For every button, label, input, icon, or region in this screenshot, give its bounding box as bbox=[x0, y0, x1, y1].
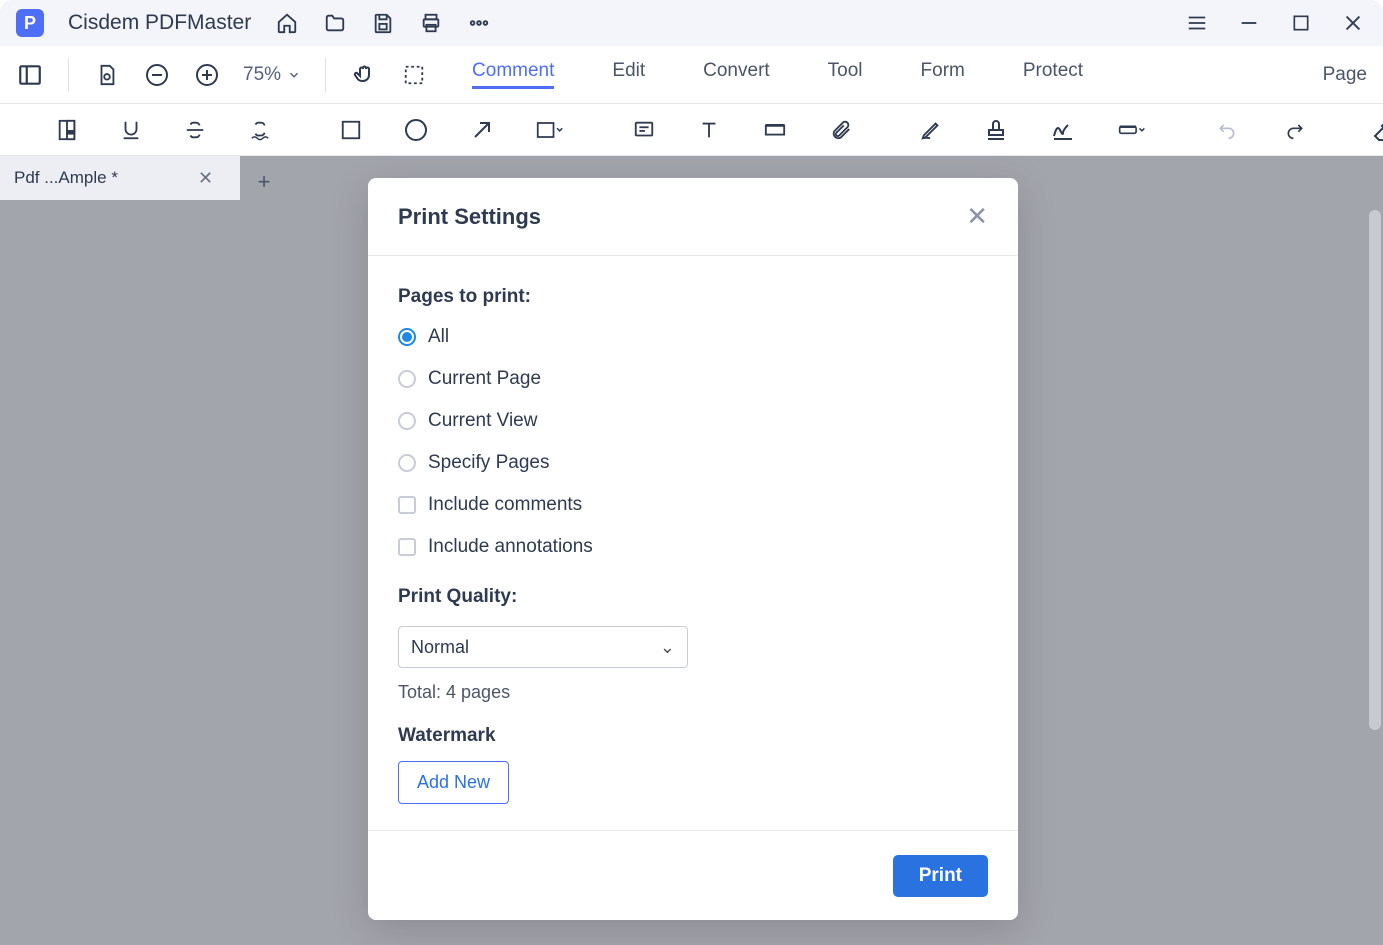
tab-comment[interactable]: Comment bbox=[472, 60, 554, 89]
page-settings-icon[interactable] bbox=[93, 61, 121, 89]
app-logo: P bbox=[16, 9, 44, 37]
save-icon[interactable] bbox=[371, 11, 395, 35]
watermark-label: Watermark bbox=[398, 725, 988, 747]
open-folder-icon[interactable] bbox=[323, 11, 347, 35]
sidebar-toggle-icon[interactable] bbox=[16, 61, 44, 89]
tab-edit[interactable]: Edit bbox=[612, 60, 645, 89]
radio-current-view[interactable]: Current View bbox=[398, 410, 988, 432]
check-comments-label: Include comments bbox=[428, 494, 582, 516]
close-icon[interactable] bbox=[1339, 9, 1367, 37]
select-area-icon[interactable] bbox=[400, 61, 428, 89]
checkbox-icon bbox=[398, 496, 416, 514]
radio-current-page-label: Current Page bbox=[428, 368, 541, 390]
shape-dropdown-icon[interactable] bbox=[536, 116, 564, 144]
pencil-icon[interactable] bbox=[920, 116, 942, 144]
checkbox-icon bbox=[398, 538, 416, 556]
strikethrough-icon[interactable] bbox=[184, 116, 206, 144]
radio-icon bbox=[398, 412, 416, 430]
scrollbar[interactable] bbox=[1369, 210, 1381, 730]
radio-specify-label: Specify Pages bbox=[428, 452, 549, 474]
radio-current-page[interactable]: Current Page bbox=[398, 368, 988, 390]
squiggly-icon[interactable] bbox=[248, 116, 272, 144]
chevron-down-icon: ⌄ bbox=[660, 637, 675, 658]
dialog-body: Pages to print: All Current Page Current… bbox=[368, 256, 1018, 830]
radio-icon bbox=[398, 328, 416, 346]
print-button[interactable]: Print bbox=[893, 855, 988, 897]
radio-current-view-label: Current View bbox=[428, 410, 537, 432]
checkbox-include-annotations[interactable]: Include annotations bbox=[398, 536, 988, 558]
radio-specify-pages[interactable]: Specify Pages bbox=[398, 452, 988, 474]
text-icon[interactable] bbox=[698, 116, 720, 144]
highlight-icon[interactable] bbox=[56, 116, 78, 144]
radio-all[interactable]: All bbox=[398, 326, 988, 348]
check-annotations-label: Include annotations bbox=[428, 536, 593, 558]
undo-icon[interactable] bbox=[1214, 116, 1240, 144]
more-icon[interactable] bbox=[467, 11, 491, 35]
signature-icon[interactable] bbox=[1050, 116, 1076, 144]
main-toolbar: 75% Comment Edit Convert Tool Form Prote… bbox=[0, 46, 1383, 104]
zoom-in-icon[interactable] bbox=[193, 61, 221, 89]
document-tab-label: Pdf ...Ample * bbox=[14, 168, 118, 188]
underline-icon[interactable] bbox=[120, 116, 142, 144]
eraser-icon[interactable] bbox=[1370, 116, 1383, 144]
print-quality-value: Normal bbox=[411, 637, 469, 658]
stamp-icon[interactable] bbox=[984, 116, 1008, 144]
radio-all-label: All bbox=[428, 326, 449, 348]
dialog-footer: Print bbox=[368, 830, 1018, 920]
checkbox-include-comments[interactable]: Include comments bbox=[398, 494, 988, 516]
redo-icon[interactable] bbox=[1282, 116, 1308, 144]
dialog-title: Print Settings bbox=[398, 204, 541, 230]
tab-tool[interactable]: Tool bbox=[828, 60, 863, 89]
zoom-out-icon[interactable] bbox=[143, 61, 171, 89]
dialog-header: Print Settings ✕ bbox=[368, 178, 1018, 256]
print-settings-dialog: Print Settings ✕ Pages to print: All Cur… bbox=[368, 178, 1018, 920]
print-icon[interactable] bbox=[419, 11, 443, 35]
pages-to-print-label: Pages to print: bbox=[398, 286, 988, 308]
document-tab-close-icon[interactable]: ✕ bbox=[198, 168, 213, 189]
total-pages: Total: 4 pages bbox=[398, 682, 988, 703]
radio-icon bbox=[398, 454, 416, 472]
arrow-icon[interactable] bbox=[470, 116, 494, 144]
radio-icon bbox=[398, 370, 416, 388]
hand-tool-icon[interactable] bbox=[350, 61, 378, 89]
minimize-icon[interactable] bbox=[1235, 9, 1263, 37]
add-new-button[interactable]: Add New bbox=[398, 761, 509, 804]
tab-convert[interactable]: Convert bbox=[703, 60, 770, 89]
document-tab[interactable]: Pdf ...Ample * ✕ bbox=[0, 156, 240, 200]
tab-page[interactable]: Page bbox=[1323, 64, 1367, 86]
textbox-icon[interactable] bbox=[762, 116, 788, 144]
circle-icon[interactable] bbox=[404, 116, 428, 144]
maximize-icon[interactable] bbox=[1287, 9, 1315, 37]
menu-icon[interactable] bbox=[1183, 9, 1211, 37]
app-name: Cisdem PDFMaster bbox=[68, 11, 251, 35]
attachment-icon[interactable] bbox=[830, 116, 852, 144]
print-quality-label: Print Quality: bbox=[398, 586, 988, 608]
tab-form[interactable]: Form bbox=[921, 60, 965, 89]
home-icon[interactable] bbox=[275, 11, 299, 35]
note-icon[interactable] bbox=[632, 116, 656, 144]
tab-protect[interactable]: Protect bbox=[1023, 60, 1083, 89]
dialog-close-icon[interactable]: ✕ bbox=[966, 201, 988, 232]
new-tab-icon[interactable]: + bbox=[246, 164, 282, 200]
rectangle-icon[interactable] bbox=[340, 116, 362, 144]
link-dropdown-icon[interactable] bbox=[1118, 116, 1146, 144]
print-quality-select[interactable]: Normal ⌄ bbox=[398, 626, 688, 668]
annotation-toolbar bbox=[0, 104, 1383, 156]
titlebar: P Cisdem PDFMaster bbox=[0, 0, 1383, 46]
zoom-value: 75% bbox=[243, 64, 281, 86]
zoom-level[interactable]: 75% bbox=[243, 64, 301, 86]
